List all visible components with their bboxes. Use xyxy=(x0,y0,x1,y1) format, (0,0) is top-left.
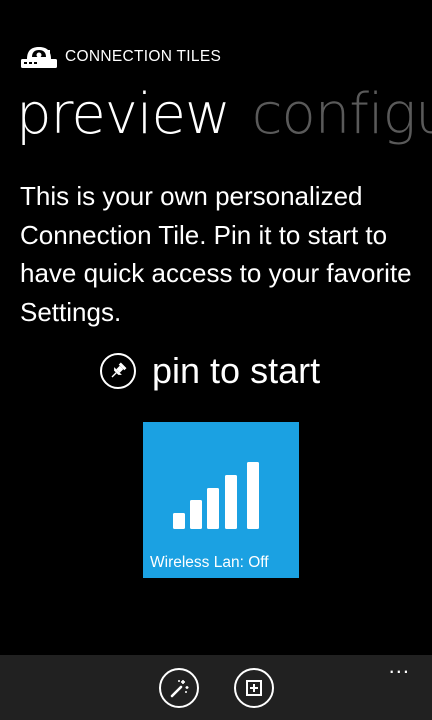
application-bar: ... xyxy=(0,655,432,720)
app-title: CONNECTION TILES xyxy=(65,48,222,65)
app-header: CONNECTION TILES xyxy=(20,42,221,72)
pin-label: pin to start xyxy=(152,350,321,391)
tile-label: Wireless Lan: Off xyxy=(150,554,269,571)
router-logo-icon xyxy=(21,47,57,68)
magic-wand-icon xyxy=(170,680,189,698)
pivot-tab-preview[interactable]: preview xyxy=(16,82,231,147)
tile-description: This is your own personalized Connection… xyxy=(20,181,412,327)
pivot-tab-configure[interactable]: configu xyxy=(252,82,432,147)
magic-wand-button[interactable] xyxy=(159,668,199,708)
more-options-button[interactable]: ... xyxy=(389,655,410,677)
connection-tile[interactable]: Wireless Lan: Off xyxy=(143,422,299,578)
save-icon xyxy=(246,680,262,696)
pin-to-start-button[interactable]: pin to start xyxy=(100,349,320,393)
save-button[interactable] xyxy=(234,668,274,708)
phone-screen: CONNECTION TILES preview configu This is … xyxy=(0,0,432,720)
pin-icon xyxy=(100,353,136,389)
pivot-headers: preview configu xyxy=(16,80,432,150)
